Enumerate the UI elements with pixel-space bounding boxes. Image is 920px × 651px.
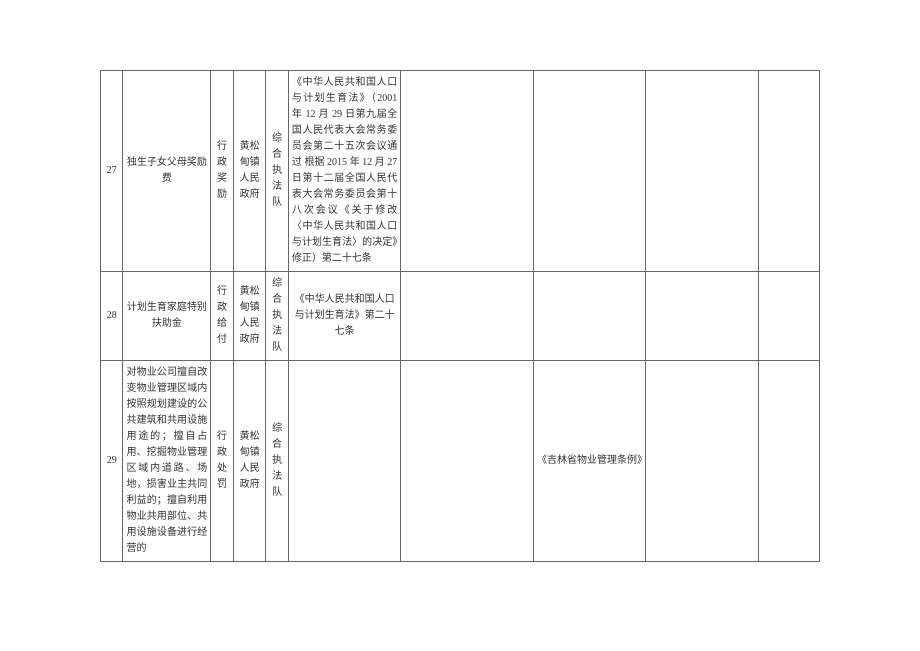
cell-team: 综合执法队 [266,272,288,361]
cell-basis: 《中华人民共和国人口与计划生育法》（2001 年 12 月 29 日第九届全国人… [288,71,400,272]
cell-c10 [758,71,819,272]
cell-item: 计划生育家庭特别扶助金 [123,272,211,361]
cell-num: 28 [101,272,123,361]
table-row: 28 计划生育家庭特别扶助金 行政给付 黄松甸镇人民政府 综合执法队 《中华人民… [101,272,820,361]
cell-team: 综合执法队 [266,361,288,562]
cell-item: 独生子女父母奖励费 [123,71,211,272]
cell-type: 行政奖励 [211,71,233,272]
cell-c8 [534,272,646,361]
table-row: 29 对物业公司擅自改变物业管理区域内按照规划建设的公共建筑和共用设施用途的；擅… [101,361,820,562]
cell-basis [288,361,400,562]
cell-c8: 《吉林省物业管理条例》 [534,361,646,562]
cell-c9 [646,361,758,562]
cell-agency: 黄松甸镇人民政府 [233,71,266,272]
cell-c8 [534,71,646,272]
cell-num: 27 [101,71,123,272]
table-row: 27 独生子女父母奖励费 行政奖励 黄松甸镇人民政府 综合执法队 《中华人民共和… [101,71,820,272]
cell-num: 29 [101,361,123,562]
cell-c9 [646,272,758,361]
cell-type: 行政给付 [211,272,233,361]
cell-item: 对物业公司擅自改变物业管理区域内按照规划建设的公共建筑和共用设施用途的；擅自占用… [123,361,211,562]
cell-c7 [401,272,534,361]
cell-type: 行政处罚 [211,361,233,562]
cell-c7 [401,71,534,272]
cell-team: 综合执法队 [266,71,288,272]
cell-basis: 《中华人民共和国人口与计划生育法》第二十七条 [288,272,400,361]
cell-agency: 黄松甸镇人民政府 [233,361,266,562]
cell-agency: 黄松甸镇人民政府 [233,272,266,361]
regulation-table: 27 独生子女父母奖励费 行政奖励 黄松甸镇人民政府 综合执法队 《中华人民共和… [100,70,820,562]
cell-c10 [758,361,819,562]
cell-c9 [646,71,758,272]
cell-c7 [401,361,534,562]
cell-c10 [758,272,819,361]
